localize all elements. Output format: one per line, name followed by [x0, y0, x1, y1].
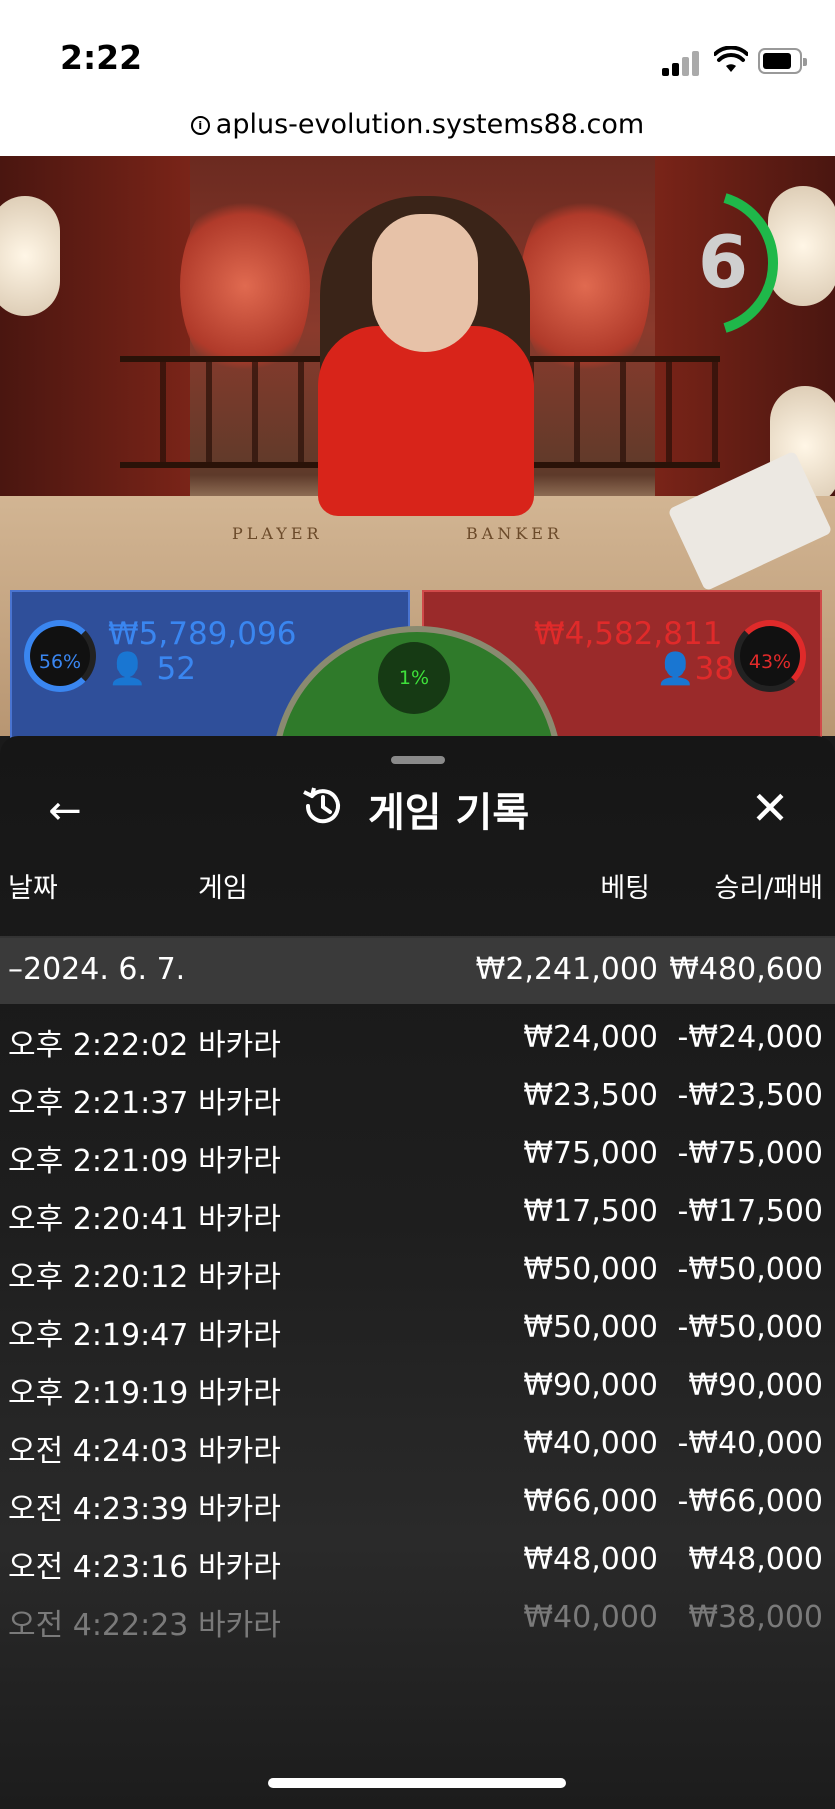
- cellular-signal-icon: [662, 50, 704, 76]
- close-icon[interactable]: ✕: [744, 782, 796, 834]
- row-game: 바카라: [198, 1260, 281, 1295]
- row-bet: ₩66,000: [523, 1484, 658, 1519]
- table-label-banker: BANKER: [466, 524, 563, 543]
- row-game: 바카라: [198, 1608, 281, 1643]
- history-row[interactable]: 오전 4:22:23 바카라 ₩40,000 ₩38,000: [0, 1586, 835, 1652]
- history-row[interactable]: 오후 2:21:09 바카라 ₩75,000 -₩75,000: [0, 1122, 835, 1188]
- drag-handle[interactable]: [391, 756, 445, 764]
- home-indicator[interactable]: [268, 1778, 566, 1788]
- row-time: 오후 2:21:37: [8, 1086, 189, 1121]
- row-result: ₩38,000: [688, 1600, 823, 1635]
- row-game: 바카라: [198, 1434, 281, 1469]
- row-time: 오후 2:20:12: [8, 1260, 189, 1295]
- row-game: 바카라: [198, 1492, 281, 1527]
- row-bet: ₩50,000: [523, 1310, 658, 1345]
- person-icon: 👤: [656, 651, 695, 687]
- row-result: ₩90,000: [688, 1368, 823, 1403]
- row-bet: ₩90,000: [523, 1368, 658, 1403]
- row-bet: ₩17,500: [523, 1194, 658, 1229]
- clock: 2:22: [60, 38, 143, 77]
- history-row[interactable]: 오후 2:20:12 바카라 ₩50,000 -₩50,000: [0, 1238, 835, 1304]
- row-result: -₩50,000: [677, 1310, 823, 1345]
- column-header-date[interactable]: 날짜: [8, 866, 58, 905]
- banker-bet-amount: ₩4,582,811: [534, 616, 723, 652]
- row-time: 오전 4:23:16: [8, 1550, 189, 1585]
- banker-count: 38: [694, 651, 735, 687]
- row-bet: ₩40,000: [523, 1426, 658, 1461]
- wifi-icon: [714, 46, 748, 72]
- row-time: 오후 2:19:47: [8, 1318, 189, 1353]
- column-header-game[interactable]: 게임: [198, 866, 248, 905]
- row-bet: ₩50,000: [523, 1252, 658, 1287]
- countdown-timer: 6: [698, 220, 749, 304]
- row-result: -₩66,000: [677, 1484, 823, 1519]
- battery-icon: [758, 48, 807, 74]
- player-count-row: 👤 52: [108, 650, 196, 687]
- info-icon[interactable]: i: [190, 116, 210, 135]
- row-time: 오후 2:22:02: [8, 1028, 189, 1063]
- row-time: 오전 4:23:39: [8, 1492, 189, 1527]
- history-row[interactable]: 오전 4:24:03 바카라 ₩40,000 -₩40,000: [0, 1412, 835, 1478]
- column-header-bet[interactable]: 베팅: [600, 866, 650, 905]
- row-time: 오후 2:21:09: [8, 1144, 189, 1179]
- row-result: -₩50,000: [677, 1252, 823, 1287]
- row-game: 바카라: [198, 1028, 281, 1063]
- row-bet: ₩48,000: [523, 1542, 658, 1577]
- date-group-bet-total: ₩2,241,000: [475, 952, 658, 987]
- row-game: 바카라: [198, 1318, 281, 1353]
- column-header-result[interactable]: 승리/패배: [715, 866, 823, 905]
- row-result: ₩48,000: [688, 1542, 823, 1577]
- history-row[interactable]: 오후 2:19:19 바카라 ₩90,000 ₩90,000: [0, 1354, 835, 1420]
- row-result: -₩17,500: [677, 1194, 823, 1229]
- panel-title: 게임 기록: [368, 790, 530, 836]
- row-game: 바카라: [198, 1144, 281, 1179]
- history-row[interactable]: 오전 4:23:16 바카라 ₩48,000 ₩48,000: [0, 1528, 835, 1594]
- row-time: 오전 4:22:23: [8, 1608, 189, 1643]
- row-game: 바카라: [198, 1202, 281, 1237]
- row-game: 바카라: [198, 1550, 281, 1585]
- history-icon: [303, 787, 340, 824]
- history-row[interactable]: 오후 2:20:41 바카라 ₩17,500 -₩17,500: [0, 1180, 835, 1246]
- history-row[interactable]: 오전 4:23:39 바카라 ₩66,000 -₩66,000: [0, 1470, 835, 1536]
- address-bar[interactable]: i aplus-evolution.systems88.com: [0, 100, 835, 156]
- date-group-row[interactable]: –2024. 6. 7. ₩2,241,000 ₩480,600: [0, 938, 835, 1004]
- row-bet: ₩23,500: [523, 1078, 658, 1113]
- row-result: -₩24,000: [677, 1020, 823, 1055]
- banker-count-row: 👤38: [656, 650, 734, 687]
- row-game: 바카라: [198, 1376, 281, 1411]
- row-bet: ₩75,000: [523, 1136, 658, 1171]
- history-row[interactable]: 오후 2:19:47 바카라 ₩50,000 -₩50,000: [0, 1296, 835, 1362]
- row-bet: ₩24,000: [523, 1020, 658, 1055]
- history-row[interactable]: 오후 2:22:02 바카라 ₩24,000 -₩24,000: [0, 1006, 835, 1072]
- date-group-result-total: ₩480,600: [669, 952, 823, 987]
- row-game: 바카라: [198, 1086, 281, 1121]
- player-bet-amount: ₩5,789,096: [108, 616, 297, 652]
- player-count: 52: [156, 651, 196, 687]
- banker-percent: 43%: [734, 620, 806, 692]
- history-row[interactable]: 오후 2:21:37 바카라 ₩23,500 -₩23,500: [0, 1064, 835, 1130]
- back-arrow-icon[interactable]: ←: [40, 786, 90, 836]
- row-time: 오후 2:19:19: [8, 1376, 189, 1411]
- row-result: -₩40,000: [677, 1426, 823, 1461]
- status-bar: 2:22: [0, 0, 835, 100]
- table-label-player: PLAYER: [232, 524, 323, 543]
- person-icon: 👤: [108, 651, 147, 687]
- url-text: aplus-evolution.systems88.com: [215, 109, 645, 140]
- row-result: -₩23,500: [677, 1078, 823, 1113]
- row-time: 오전 4:24:03: [8, 1434, 189, 1469]
- game-history-panel: ← 게임 기록 ✕ 날짜 게임 베팅 승리/패배 –2024. 6. 7. ₩2…: [0, 736, 835, 1809]
- player-percent: 56%: [24, 620, 96, 692]
- row-result: -₩75,000: [677, 1136, 823, 1171]
- row-time: 오후 2:20:41: [8, 1202, 189, 1237]
- date-group-label: –2024. 6. 7.: [8, 952, 186, 987]
- tie-percent: 1%: [378, 642, 450, 714]
- row-bet: ₩40,000: [523, 1600, 658, 1635]
